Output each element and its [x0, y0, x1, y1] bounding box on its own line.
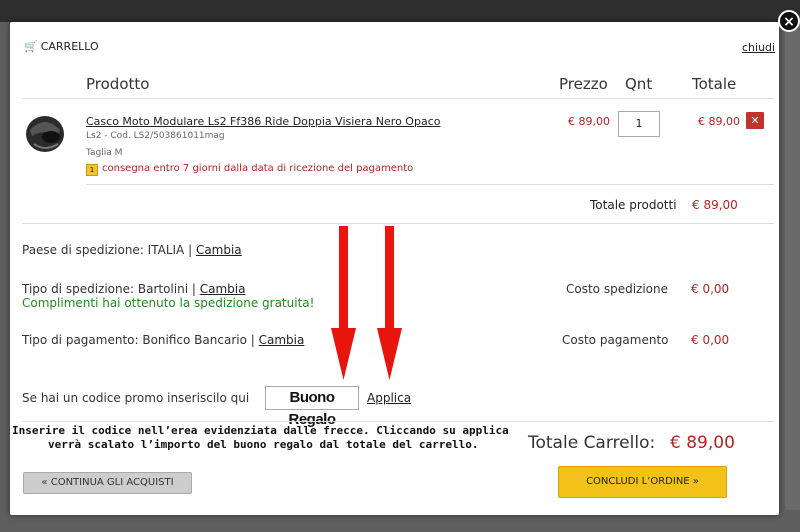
- shipping-cost-label: Costo spedizione: [566, 282, 668, 296]
- cart-total-label: Totale Carrello:: [528, 433, 656, 453]
- change-shipping-link[interactable]: Cambia: [200, 282, 246, 296]
- product-name-link[interactable]: Casco Moto Modulare Ls2 Ff386 Ride Doppi…: [86, 115, 440, 128]
- payment-type: Tipo di pagamento: Bonifico Bancario | C…: [22, 333, 304, 347]
- annotation-arrows: [331, 226, 402, 380]
- instruction-note-line2: verrà scalato l’importo del buono regalo…: [48, 438, 479, 451]
- shipping-country-label: Paese di spedizione: ITALIA |: [22, 243, 193, 257]
- product-code: Ls2 - Cod. LS2/503861011mag: [86, 131, 225, 141]
- column-header-qty: Qnt: [625, 75, 653, 93]
- quantity-input[interactable]: 1: [618, 111, 660, 137]
- payment-cost-value: € 0,00: [691, 333, 730, 347]
- shopping-cart-icon: 🛒: [24, 40, 38, 53]
- instruction-note-line1: Inserire il codice nell’erea evidenziata…: [12, 424, 509, 437]
- background-header: [0, 0, 800, 22]
- payment-type-label: Tipo di pagamento: Bonifico Bancario |: [22, 333, 255, 347]
- payment-cost-label: Costo pagamento: [562, 333, 669, 347]
- delivery-info: 1 consegna entro 7 giorni dalla data di r…: [86, 163, 413, 176]
- cart-title: 🛒 CARRELLO: [24, 40, 99, 53]
- divider: [22, 421, 774, 422]
- cart-title-text: CARRELLO: [40, 40, 99, 53]
- shipping-cost-value: € 0,00: [691, 282, 730, 296]
- close-modal-button[interactable]: ×: [778, 10, 800, 32]
- down-arrow-icon: [377, 226, 402, 380]
- close-link[interactable]: chiudi: [742, 41, 775, 54]
- remove-item-button[interactable]: ✕: [746, 112, 764, 129]
- promo-code-input[interactable]: Buono Regalo: [265, 386, 359, 428]
- column-header-price: Prezzo: [559, 75, 608, 93]
- background-edge: [785, 30, 800, 510]
- shipping-type-label: Tipo di spedizione: Bartolini |: [22, 282, 196, 296]
- product-thumbnail[interactable]: [22, 110, 68, 156]
- apply-promo-link[interactable]: Applica: [367, 391, 411, 405]
- product-size: Taglia M: [86, 148, 123, 158]
- change-country-link[interactable]: Cambia: [196, 243, 242, 257]
- product-price: € 89,00: [568, 115, 610, 128]
- change-payment-link[interactable]: Cambia: [259, 333, 305, 347]
- delivery-text: consegna entro 7 giorni dalla data di ri…: [102, 163, 414, 174]
- column-header-total: Totale: [692, 75, 737, 93]
- calendar-icon: 1: [86, 164, 98, 176]
- products-total-label: Totale prodotti: [590, 198, 677, 212]
- down-arrow-icon: [331, 226, 356, 380]
- products-total-value: € 89,00: [692, 198, 738, 212]
- cart-total-value: € 89,00: [670, 433, 735, 453]
- divider: [86, 184, 774, 185]
- shipping-country: Paese di spedizione: ITALIA | Cambia: [22, 243, 242, 257]
- promo-label: Se hai un codice promo inseriscilo qui: [22, 391, 250, 405]
- checkout-button[interactable]: CONCLUDI L’ORDINE »: [558, 466, 727, 498]
- product-line-total: € 89,00: [698, 115, 740, 128]
- continue-shopping-button[interactable]: « CONTINUA GLI ACQUISTI: [23, 472, 192, 494]
- free-shipping-message: Complimenti hai ottenuto la spedizione g…: [22, 296, 315, 310]
- shipping-type: Tipo di spedizione: Bartolini | Cambia: [22, 282, 245, 296]
- column-header-product: Prodotto: [86, 75, 150, 93]
- divider: [22, 98, 774, 99]
